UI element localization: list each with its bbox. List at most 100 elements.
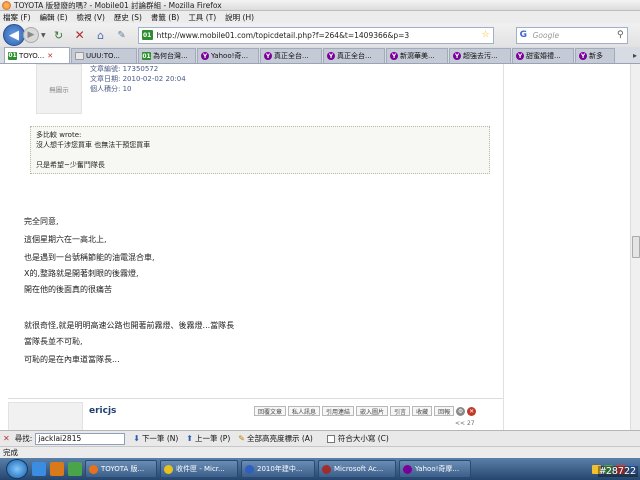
quote-link-button[interactable]: 引用連結 bbox=[322, 406, 355, 416]
forward-arrow-icon: ▶ bbox=[27, 30, 35, 40]
word-icon bbox=[245, 464, 254, 474]
tab-yahoo-1[interactable]: Y Yahoo!奇... bbox=[197, 48, 259, 63]
tab-label: 超強去污... bbox=[463, 52, 498, 60]
quote-button[interactable]: 引言 bbox=[390, 406, 411, 416]
find-bar: ✕ 尋找: jacklai2815 ⬇ 下一筆 (N) ⬆ 上一筆 (P) ✎ … bbox=[0, 430, 640, 446]
tab-label: 甜蜜婚禮... bbox=[526, 52, 561, 60]
tab-toyota[interactable]: 01 TOYO... ✕ bbox=[4, 47, 70, 63]
stop-button[interactable]: ✕ bbox=[72, 27, 88, 43]
tab-why-taiwan[interactable]: 01 為何台灣... bbox=[138, 48, 196, 63]
tab-uuu[interactable]: UUU:TO... bbox=[71, 48, 137, 63]
post-actions: 回覆文章 私人訊息 引用連結 嵌入圖片 引言 收藏 回報 ⚙ ✕ bbox=[254, 406, 478, 416]
back-button[interactable]: ◀ bbox=[3, 24, 25, 46]
home-button[interactable]: ⌂ bbox=[93, 27, 109, 43]
find-prev-button[interactable]: ⬆ 上一筆 (P) bbox=[186, 433, 230, 444]
reload-button[interactable]: ↻ bbox=[51, 27, 67, 43]
tab-label: 為何台灣... bbox=[153, 52, 188, 60]
yahoo-icon: Y bbox=[327, 52, 335, 60]
pager[interactable]: << 27 bbox=[455, 420, 475, 427]
tab-yahoo-4[interactable]: Y 新瀉華美... bbox=[386, 48, 448, 63]
addon-button[interactable]: ✎ bbox=[114, 27, 130, 43]
yahoo-icon: Y bbox=[453, 52, 461, 60]
quicklaunch-firefox-icon[interactable] bbox=[50, 462, 64, 476]
tab-label: 真正全台... bbox=[274, 52, 309, 60]
address-bar[interactable]: 01 http://www.mobile01.com/topicdetail.p… bbox=[137, 26, 494, 44]
tab-yahoo-5[interactable]: Y 超強去污... bbox=[449, 48, 511, 63]
google-icon[interactable]: G bbox=[520, 30, 531, 41]
tab-yahoo-6[interactable]: Y 甜蜜婚禮... bbox=[512, 48, 574, 63]
forward-button[interactable]: ▶ bbox=[23, 27, 39, 43]
favorite-button[interactable]: 收藏 bbox=[412, 406, 433, 416]
menu-tools[interactable]: 工具 (T) bbox=[188, 12, 216, 23]
close-findbar-icon[interactable]: ✕ bbox=[3, 434, 10, 443]
menu-bookmarks[interactable]: 書籤 (B) bbox=[151, 12, 179, 23]
settings-icon[interactable]: ⚙ bbox=[456, 406, 466, 416]
match-case-checkbox[interactable] bbox=[326, 434, 335, 443]
scrollbar-thumb[interactable] bbox=[632, 236, 640, 258]
match-case-label[interactable]: 符合大小寫 (C) bbox=[338, 433, 389, 444]
taskbar-yahoo[interactable]: Yahoo!奇摩... bbox=[399, 460, 471, 478]
page-content: 無圖示 文章編號: 17350572 文章日期: 2010-02-02 20:0… bbox=[0, 64, 630, 430]
tab-list-icon[interactable]: ▸ bbox=[633, 51, 637, 60]
find-next-button[interactable]: ⬇ 下一筆 (N) bbox=[133, 433, 178, 444]
taskbar-label: Yahoo!奇摩... bbox=[415, 465, 460, 473]
find-input[interactable]: jacklai2815 bbox=[35, 432, 126, 445]
taskbar: TOYOTA 版... 收件匣 - Micr... 2010年建中... Mic… bbox=[0, 458, 640, 480]
close-tab-icon[interactable]: ✕ bbox=[47, 52, 53, 60]
post-author[interactable]: ericjs bbox=[89, 406, 116, 416]
menu-help[interactable]: 說明 (H) bbox=[225, 12, 254, 23]
highlight-all-button[interactable]: ✎ 全部高亮度標示 (A) bbox=[238, 433, 313, 444]
quote-line: 沒人想千涉您買車 也無法干預您買車 bbox=[36, 141, 151, 149]
taskbar-firefox[interactable]: TOYOTA 版... bbox=[85, 460, 157, 478]
yahoo-icon: Y bbox=[579, 52, 587, 60]
url-text[interactable]: http://www.mobile01.com/topicdetail.php?… bbox=[157, 31, 482, 40]
avatar: 無圖示 bbox=[36, 64, 82, 114]
embed-image-button[interactable]: 嵌入圖片 bbox=[356, 406, 389, 416]
reply-button[interactable]: 回覆文章 bbox=[254, 406, 287, 416]
search-placeholder[interactable]: Google bbox=[533, 31, 617, 40]
vertical-scrollbar[interactable] bbox=[630, 64, 640, 430]
quicklaunch-ie-icon[interactable] bbox=[32, 462, 46, 476]
taskbar-word[interactable]: 2010年建中... bbox=[241, 460, 315, 478]
tab-yahoo-7[interactable]: Y 新多 bbox=[575, 48, 615, 63]
search-box[interactable]: G Google ⚲ bbox=[515, 26, 628, 44]
yahoo-icon: Y bbox=[201, 52, 209, 60]
quicklaunch-app-icon[interactable] bbox=[68, 462, 82, 476]
search-icon[interactable]: ⚲ bbox=[617, 30, 624, 40]
yahoo-icon: Y bbox=[516, 52, 524, 60]
tab-label: 真正全台... bbox=[337, 52, 372, 60]
tab-yahoo-2[interactable]: Y 真正全台... bbox=[260, 48, 322, 63]
tab-label: TOYO... bbox=[19, 51, 45, 60]
menu-file[interactable]: 檔案 (F) bbox=[3, 12, 31, 23]
post-body-line: 開在他的後面真的很痛苦 bbox=[24, 285, 112, 294]
post-number: 文章編號: 17350572 bbox=[90, 65, 159, 73]
reload-icon: ↻ bbox=[54, 28, 64, 42]
find-prev-label: 上一筆 (P) bbox=[195, 434, 231, 443]
taskbar-label: 收件匣 - Micr... bbox=[176, 465, 225, 473]
post-separator bbox=[8, 398, 503, 399]
bookmark-star-icon[interactable]: ☆ bbox=[482, 30, 490, 40]
find-next-label: 下一筆 (N) bbox=[141, 434, 179, 443]
private-message-button[interactable]: 私人訊息 bbox=[288, 406, 321, 416]
menu-bar: 檔案 (F) 編輯 (E) 檢視 (V) 歷史 (S) 書籤 (B) 工具 (T… bbox=[0, 11, 640, 23]
tab-bar: 01 TOYO... ✕ UUU:TO... 01 為何台灣... Y Yaho… bbox=[0, 47, 640, 64]
post-body-line: 這個星期六在一高北上, bbox=[24, 235, 107, 244]
report-button[interactable]: 回報 bbox=[434, 406, 455, 416]
taskbar-outlook[interactable]: 收件匣 - Micr... bbox=[160, 460, 238, 478]
avatar bbox=[8, 402, 83, 430]
taskbar-label: Microsoft Ac... bbox=[334, 465, 384, 473]
post-body-line: X的,整路就是開著刺眼的後霧燈, bbox=[24, 269, 139, 278]
tab-yahoo-3[interactable]: Y 真正全台... bbox=[323, 48, 385, 63]
taskbar-label: TOYOTA 版... bbox=[101, 465, 145, 473]
post-date: 文章日期: 2010-02-02 20:04 bbox=[90, 75, 186, 83]
home-icon: ⌂ bbox=[97, 28, 105, 42]
menu-edit[interactable]: 編輯 (E) bbox=[40, 12, 68, 23]
menu-history[interactable]: 歷史 (S) bbox=[114, 12, 142, 23]
column-divider bbox=[503, 64, 504, 430]
delete-icon[interactable]: ✕ bbox=[467, 406, 477, 416]
history-dropdown-icon[interactable]: ▼ bbox=[41, 32, 46, 39]
post-body-line: 完全同意, bbox=[24, 217, 59, 226]
menu-view[interactable]: 檢視 (V) bbox=[77, 12, 105, 23]
start-button[interactable] bbox=[6, 459, 28, 479]
taskbar-access[interactable]: Microsoft Ac... bbox=[318, 460, 396, 478]
